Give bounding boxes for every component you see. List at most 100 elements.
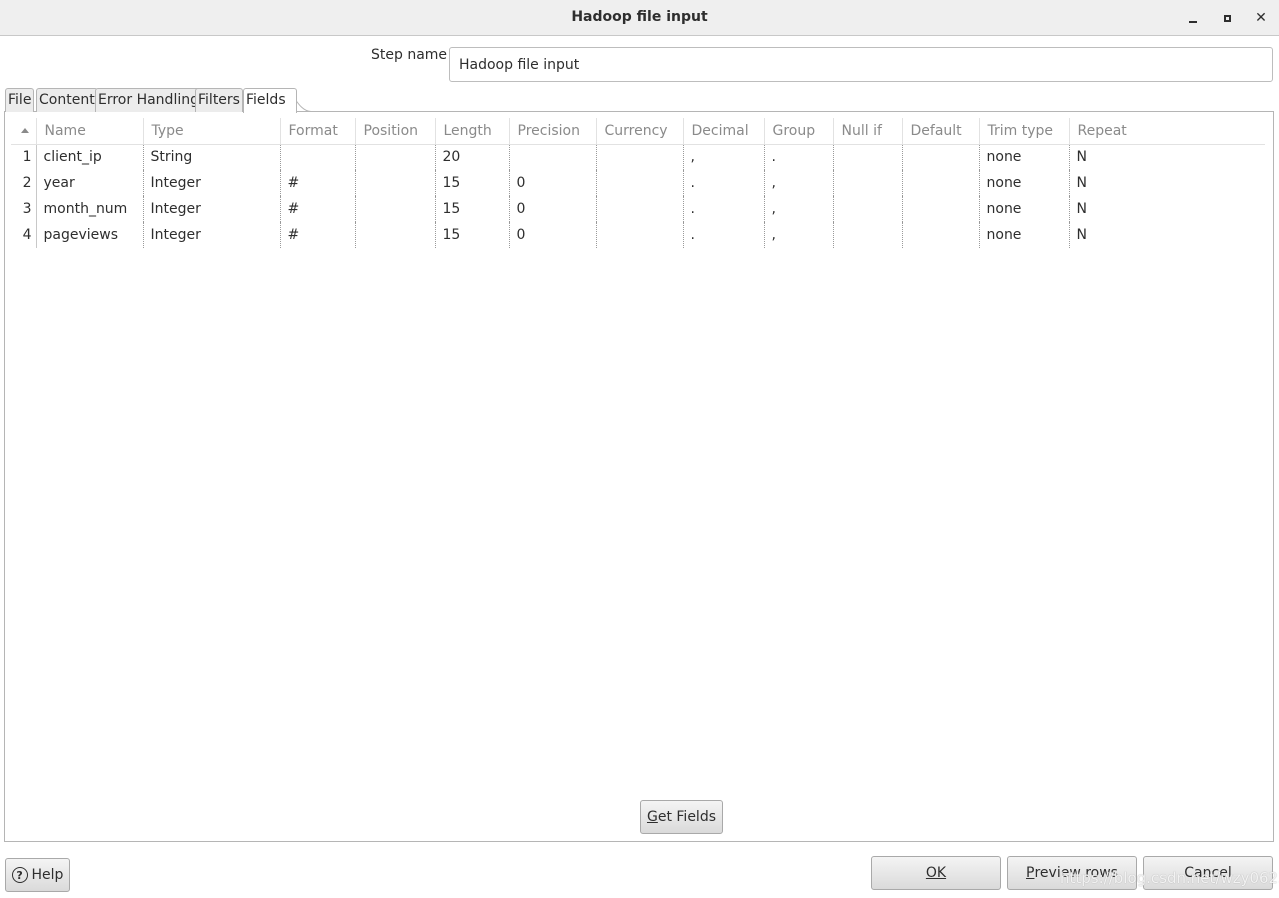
cell-length[interactable]: 15 bbox=[435, 222, 510, 248]
tab-file[interactable]: File bbox=[5, 88, 35, 112]
cell-name[interactable]: year bbox=[36, 170, 144, 196]
column-header[interactable]: Default bbox=[902, 118, 980, 145]
cell-group[interactable]: , bbox=[764, 170, 834, 196]
get-fields-button[interactable]: Get Fields bbox=[640, 800, 723, 834]
cell-position[interactable] bbox=[355, 222, 436, 248]
help-button[interactable]: ? Help bbox=[5, 858, 70, 892]
cell-repeat[interactable]: N bbox=[1069, 144, 1265, 170]
cell-type[interactable]: Integer bbox=[143, 222, 281, 248]
cell-repeat[interactable]: N bbox=[1069, 196, 1265, 222]
cell-precision[interactable]: 0 bbox=[509, 196, 597, 222]
cell-default[interactable] bbox=[902, 144, 980, 170]
cancel-button[interactable]: Cancel bbox=[1143, 856, 1273, 890]
cell-trim-type[interactable]: none bbox=[979, 144, 1070, 170]
cell-position[interactable] bbox=[355, 144, 436, 170]
cell-decimal[interactable]: . bbox=[683, 222, 765, 248]
preview-mnemonic: P bbox=[1026, 865, 1035, 881]
preview-label: review rows bbox=[1034, 865, 1118, 881]
cell-null-if[interactable] bbox=[833, 144, 903, 170]
cell-length[interactable]: 15 bbox=[435, 170, 510, 196]
column-header[interactable]: Currency bbox=[596, 118, 684, 145]
column-header[interactable]: Null if bbox=[833, 118, 903, 145]
cell-repeat[interactable]: N bbox=[1069, 170, 1265, 196]
cell-default[interactable] bbox=[902, 196, 980, 222]
cell-name[interactable]: month_num bbox=[36, 196, 144, 222]
row-number: 1 bbox=[11, 144, 37, 170]
minimize-icon[interactable] bbox=[1183, 8, 1203, 28]
table-row[interactable]: 3 month_num Integer # 15 0 . , none N bbox=[11, 196, 1265, 222]
maximize-icon[interactable] bbox=[1217, 8, 1237, 28]
table-row[interactable]: 4 pageviews Integer # 15 0 . , none N bbox=[11, 222, 1265, 248]
table-header-row: Name Type Format Position Length Precisi… bbox=[11, 118, 1265, 145]
column-header[interactable]: Repeat bbox=[1069, 118, 1265, 145]
help-circle-icon: ? bbox=[11, 867, 28, 883]
column-header[interactable]: Group bbox=[764, 118, 834, 145]
cell-group[interactable]: . bbox=[764, 144, 834, 170]
cell-length[interactable]: 15 bbox=[435, 196, 510, 222]
cell-precision[interactable]: 0 bbox=[509, 222, 597, 248]
column-header[interactable]: Name bbox=[36, 118, 144, 145]
cell-precision[interactable] bbox=[509, 144, 597, 170]
cell-group[interactable]: , bbox=[764, 196, 834, 222]
column-header[interactable]: Precision bbox=[509, 118, 597, 145]
cell-type[interactable]: Integer bbox=[143, 170, 281, 196]
cell-currency[interactable] bbox=[596, 144, 684, 170]
cell-name[interactable]: client_ip bbox=[36, 144, 144, 170]
column-header[interactable]: Trim type bbox=[979, 118, 1070, 145]
row-number-header[interactable] bbox=[11, 118, 37, 145]
cell-null-if[interactable] bbox=[833, 196, 903, 222]
cell-repeat[interactable]: N bbox=[1069, 222, 1265, 248]
tab-error-handling[interactable]: Error Handling bbox=[95, 88, 202, 112]
cell-precision[interactable]: 0 bbox=[509, 170, 597, 196]
cell-currency[interactable] bbox=[596, 222, 684, 248]
table-row[interactable]: 2 year Integer # 15 0 . , none N bbox=[11, 170, 1265, 196]
cell-trim-type[interactable]: none bbox=[979, 170, 1070, 196]
cell-null-if[interactable] bbox=[833, 222, 903, 248]
help-label: Help bbox=[31, 867, 64, 883]
cell-decimal[interactable]: , bbox=[683, 144, 765, 170]
row-number: 2 bbox=[11, 170, 37, 196]
tab-filters[interactable]: Filters bbox=[195, 88, 243, 112]
close-icon[interactable]: ✕ bbox=[1251, 8, 1271, 28]
cell-group[interactable]: , bbox=[764, 222, 834, 248]
cell-currency[interactable] bbox=[596, 170, 684, 196]
cell-null-if[interactable] bbox=[833, 170, 903, 196]
column-header[interactable]: Position bbox=[355, 118, 436, 145]
window-title: Hadoop file input bbox=[571, 9, 708, 25]
cell-default[interactable] bbox=[902, 170, 980, 196]
cancel-label: Cancel bbox=[1184, 865, 1232, 881]
cell-decimal[interactable]: . bbox=[683, 170, 765, 196]
cell-trim-type[interactable]: none bbox=[979, 196, 1070, 222]
cell-length[interactable]: 20 bbox=[435, 144, 510, 170]
column-header[interactable]: Decimal bbox=[683, 118, 765, 145]
tab-fields[interactable]: Fields bbox=[243, 88, 297, 113]
cell-name[interactable]: pageviews bbox=[36, 222, 144, 248]
tab-content[interactable]: Content bbox=[36, 88, 98, 112]
cell-trim-type[interactable]: none bbox=[979, 222, 1070, 248]
cell-format[interactable]: # bbox=[280, 196, 356, 222]
get-fields-mnemonic: G bbox=[646, 809, 658, 825]
row-number: 3 bbox=[11, 196, 37, 222]
cell-format[interactable]: # bbox=[280, 170, 356, 196]
cell-format[interactable] bbox=[280, 144, 356, 170]
column-header[interactable]: Type bbox=[143, 118, 281, 145]
cell-default[interactable] bbox=[902, 222, 980, 248]
cell-type[interactable]: String bbox=[143, 144, 281, 170]
row-number: 4 bbox=[11, 222, 37, 248]
preview-rows-button[interactable]: Preview rows bbox=[1007, 856, 1137, 890]
cell-format[interactable]: # bbox=[280, 222, 356, 248]
column-header[interactable]: Length bbox=[435, 118, 510, 145]
step-name-label: Step name bbox=[371, 47, 448, 63]
ok-button[interactable]: OK bbox=[871, 856, 1001, 890]
column-header[interactable]: Format bbox=[280, 118, 356, 145]
cell-decimal[interactable]: . bbox=[683, 196, 765, 222]
ok-label: OK bbox=[925, 865, 947, 881]
cell-position[interactable] bbox=[355, 196, 436, 222]
sort-ascending-icon bbox=[21, 128, 29, 134]
step-name-input[interactable] bbox=[449, 47, 1273, 82]
cell-type[interactable]: Integer bbox=[143, 196, 281, 222]
cell-position[interactable] bbox=[355, 170, 436, 196]
cell-currency[interactable] bbox=[596, 196, 684, 222]
fields-table: Name Type Format Position Length Precisi… bbox=[11, 118, 1265, 248]
table-row[interactable]: 1 client_ip String 20 , . none N bbox=[11, 144, 1265, 170]
